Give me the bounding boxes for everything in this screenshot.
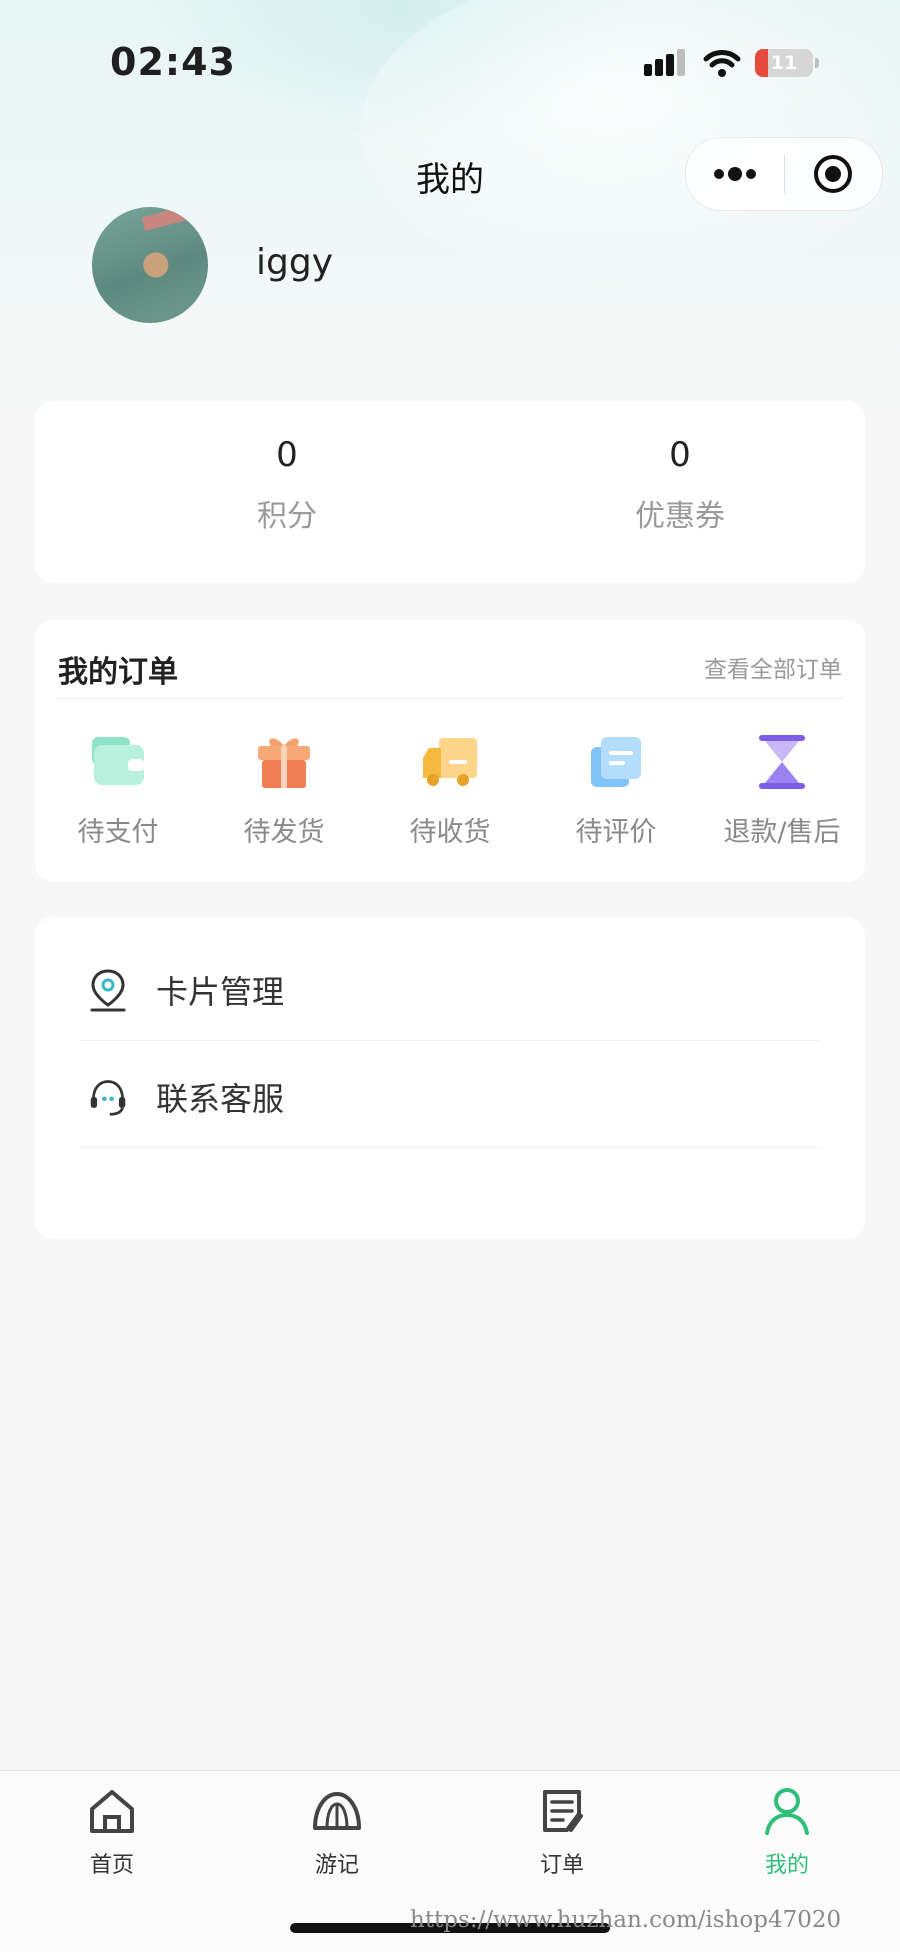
order-status-pending-shipment[interactable]: 待发货 — [201, 730, 367, 849]
target-circle-icon — [814, 155, 853, 193]
hourglass-icon — [759, 735, 805, 789]
tab-orders[interactable]: 订单 — [502, 1785, 622, 1879]
more-button[interactable] — [686, 138, 784, 210]
divider — [55, 698, 845, 699]
menu-item-card-management[interactable]: 卡片管理 — [80, 940, 820, 1041]
person-icon — [765, 1788, 809, 1835]
status-icons: 11 — [643, 48, 819, 78]
menu-card: 卡片管理 联系客服 — [35, 917, 865, 1239]
menu-item-label: 卡片管理 — [156, 973, 285, 1011]
order-list-icon — [543, 1790, 583, 1832]
order-status-refund[interactable]: 退款/售后 — [699, 730, 865, 849]
tab-label: 订单 — [539, 1853, 584, 1878]
avatar[interactable] — [92, 207, 208, 323]
order-status-label: 待支付 — [77, 817, 159, 848]
wifi-icon — [703, 50, 741, 77]
home-icon — [90, 1790, 134, 1833]
tab-mine[interactable]: 我的 — [727, 1785, 847, 1879]
status-time: 02:43 — [110, 40, 236, 84]
coupons-value: 0 — [669, 435, 691, 475]
coupons-stat[interactable]: 0 优惠券 — [530, 435, 830, 535]
order-status-pending-review[interactable]: 待评价 — [533, 730, 699, 849]
order-status-pending-payment[interactable]: 待支付 — [35, 730, 201, 849]
watermark: https://www.huzhan.com/ishop47020 — [410, 1907, 842, 1933]
tab-travel-notes[interactable]: 游记 — [277, 1785, 397, 1879]
stats-card: 0 积分 0 优惠券 — [35, 401, 865, 583]
dome-icon — [313, 1792, 361, 1830]
headset-icon — [90, 1080, 126, 1116]
menu-item-label: 联系客服 — [156, 1080, 285, 1118]
username: iggy — [256, 242, 334, 283]
cellular-signal-icon — [644, 49, 685, 76]
points-label: 积分 — [257, 499, 317, 534]
tab-label: 游记 — [314, 1853, 359, 1878]
points-stat[interactable]: 0 积分 — [137, 435, 437, 535]
wallet-icon — [92, 737, 144, 785]
gift-icon — [258, 738, 310, 788]
battery-icon: 11 — [755, 49, 813, 77]
miniprogram-capsule — [685, 137, 883, 211]
order-status-label: 待评价 — [575, 817, 657, 848]
close-miniprogram-button[interactable] — [785, 138, 883, 210]
location-pin-icon — [90, 969, 126, 1012]
points-value: 0 — [276, 435, 298, 475]
coupons-label: 优惠券 — [635, 499, 725, 534]
order-status-label: 待发货 — [243, 817, 325, 848]
order-status-pending-receipt[interactable]: 待收货 — [367, 730, 533, 849]
menu-item-contact-support[interactable]: 联系客服 — [80, 1047, 820, 1148]
tab-label: 首页 — [89, 1853, 134, 1878]
truck-icon — [423, 738, 477, 786]
document-icon — [591, 737, 641, 787]
order-status-label: 待收货 — [409, 817, 491, 848]
battery-level: 11 — [770, 52, 798, 74]
orders-card: 我的订单 查看全部订单 待支付 待发货 待收货 待评价 退款/售后 — [35, 620, 865, 882]
tab-label: 我的 — [764, 1853, 809, 1878]
orders-title: 我的订单 — [58, 655, 178, 690]
more-dots-icon — [713, 167, 756, 181]
view-all-orders-link[interactable]: 查看全部订单 — [704, 650, 842, 684]
order-status-label: 退款/售后 — [723, 817, 841, 848]
tab-home[interactable]: 首页 — [52, 1785, 172, 1879]
